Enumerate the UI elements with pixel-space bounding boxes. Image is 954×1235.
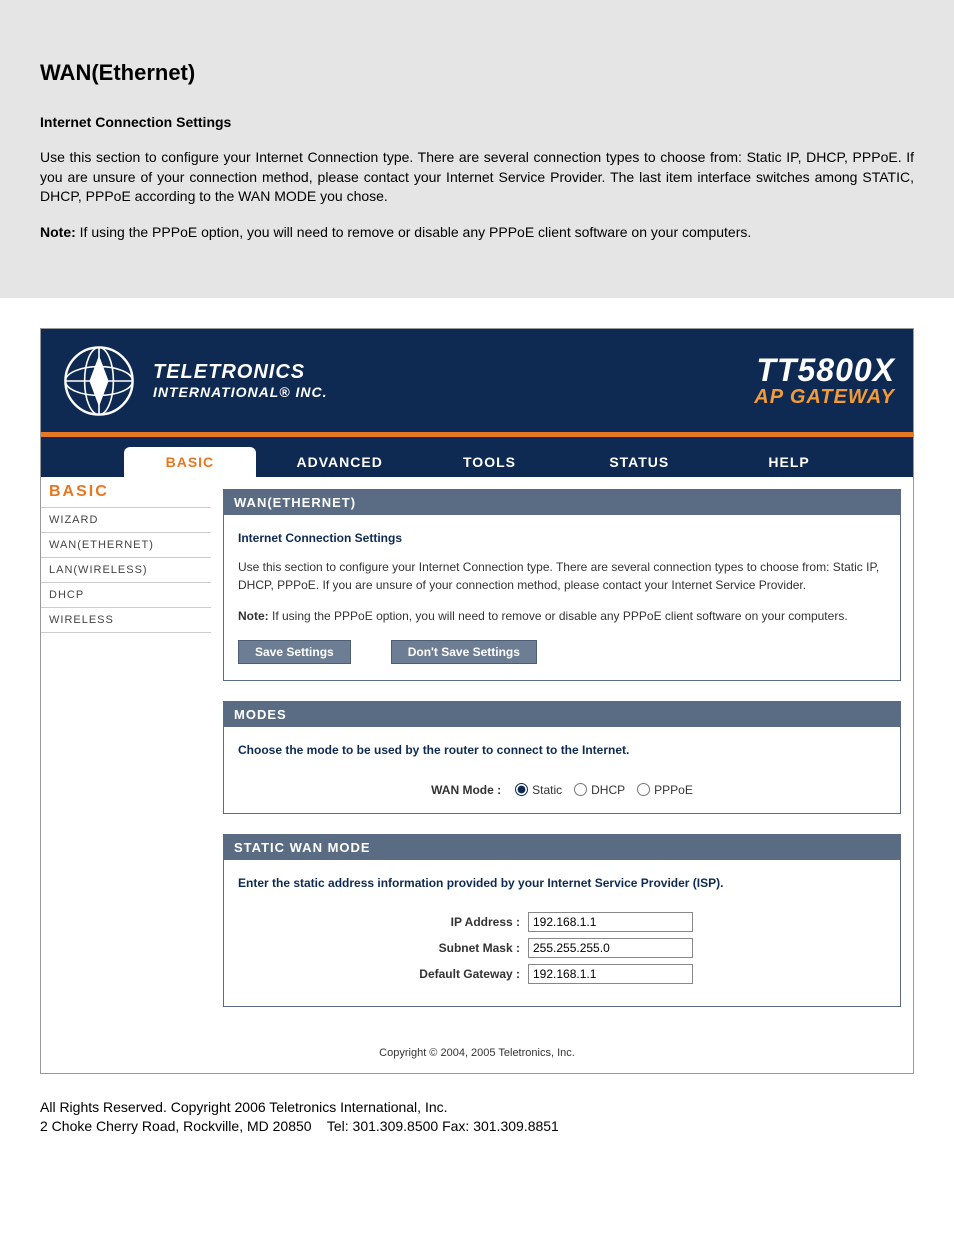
model-label: TT5800X	[754, 354, 895, 386]
footer-line1: All Rights Reserved. Copyright 2006 Tele…	[40, 1098, 914, 1118]
ip-address-input[interactable]	[528, 912, 693, 932]
radio-dhcp-label: DHCP	[591, 783, 625, 797]
wan-mode-radio-group: Static DHCP PPPoE	[515, 783, 693, 797]
tab-advanced[interactable]: ADVANCED	[274, 447, 406, 477]
radio-pppoe-label: PPPoE	[654, 783, 693, 797]
doc-intro: WAN(Ethernet) Internet Connection Settin…	[0, 0, 954, 298]
top-nav-tabs: BASIC ADVANCED TOOLS STATUS HELP	[41, 437, 913, 477]
tab-status[interactable]: STATUS	[573, 447, 705, 477]
panel-modes-desc: Choose the mode to be used by the router…	[238, 743, 886, 757]
sidebar-item-wan[interactable]: WAN(ETHERNET)	[41, 533, 211, 558]
tab-help[interactable]: HELP	[723, 447, 855, 477]
content-area: WAN(ETHERNET) Internet Connection Settin…	[211, 477, 913, 1026]
sidebar-item-lan[interactable]: LAN(WIRELESS)	[41, 558, 211, 583]
brand-line2: INTERNATIONAL® INC.	[153, 384, 328, 400]
radio-static-input[interactable]	[515, 783, 528, 796]
tab-basic[interactable]: BASIC	[124, 447, 256, 477]
sidebar-item-wizard[interactable]: WIZARD	[41, 508, 211, 533]
footer-line2: 2 Choke Cherry Road, Rockville, MD 20850…	[40, 1117, 914, 1137]
radio-static-label: Static	[532, 783, 562, 797]
panel-wan-subtitle: Internet Connection Settings	[238, 531, 886, 545]
panel-wan-note: Note: If using the PPPoE option, you wil…	[238, 608, 886, 625]
panel-static: STATIC WAN MODE Enter the static address…	[223, 834, 901, 1007]
radio-static[interactable]: Static	[515, 783, 562, 797]
panel-wan-note-label: Note:	[238, 609, 269, 623]
sidebar-item-wireless[interactable]: WIRELESS	[41, 608, 211, 633]
panel-modes-header: MODES	[224, 702, 900, 727]
radio-dhcp[interactable]: DHCP	[574, 783, 625, 797]
page-subheading: Internet Connection Settings	[40, 114, 914, 130]
sidebar-title: BASIC	[41, 477, 211, 508]
intro-paragraph: Use this section to configure your Inter…	[40, 148, 914, 207]
save-settings-button[interactable]: Save Settings	[238, 640, 351, 664]
subnet-mask-label: Subnet Mask :	[238, 941, 528, 955]
brand-line1: TELETRONICS	[153, 361, 328, 384]
dont-save-settings-button[interactable]: Don't Save Settings	[391, 640, 537, 664]
page-title: WAN(Ethernet)	[40, 60, 914, 86]
panel-wan-note-text: If using the PPPoE option, you will need…	[269, 609, 848, 623]
note-label: Note:	[40, 224, 76, 240]
subnet-mask-input[interactable]	[528, 938, 693, 958]
radio-dhcp-input[interactable]	[574, 783, 587, 796]
page-footer: All Rights Reserved. Copyright 2006 Tele…	[0, 1074, 954, 1177]
radio-pppoe[interactable]: PPPoE	[637, 783, 693, 797]
radio-pppoe-input[interactable]	[637, 783, 650, 796]
panel-wan-header: WAN(ETHERNET)	[224, 490, 900, 515]
wan-mode-label: WAN Mode :	[431, 783, 501, 797]
header-bar: TELETRONICS INTERNATIONAL® INC. TT5800X …	[41, 329, 913, 437]
intro-note: Note: If using the PPPoE option, you wil…	[40, 223, 914, 243]
model-subtitle: AP GATEWAY	[754, 386, 895, 408]
sidebar: BASIC WIZARD WAN(ETHERNET) LAN(WIRELESS)…	[41, 477, 211, 1026]
ip-address-label: IP Address :	[238, 915, 528, 929]
tab-tools[interactable]: TOOLS	[424, 447, 556, 477]
default-gateway-input[interactable]	[528, 964, 693, 984]
panel-static-desc: Enter the static address information pro…	[238, 876, 886, 890]
panel-wan-desc: Use this section to configure your Inter…	[238, 559, 886, 594]
panel-wan: WAN(ETHERNET) Internet Connection Settin…	[223, 489, 901, 680]
default-gateway-label: Default Gateway :	[238, 967, 528, 981]
note-text: If using the PPPoE option, you will need…	[76, 224, 751, 240]
sidebar-item-dhcp[interactable]: DHCP	[41, 583, 211, 608]
router-ui-frame: TELETRONICS INTERNATIONAL® INC. TT5800X …	[40, 328, 914, 1073]
logo-globe-icon	[59, 341, 139, 421]
copyright-text: Copyright © 2004, 2005 Teletronics, Inc.	[41, 1027, 913, 1073]
panel-static-header: STATIC WAN MODE	[224, 835, 900, 860]
panel-modes: MODES Choose the mode to be used by the …	[223, 701, 901, 814]
